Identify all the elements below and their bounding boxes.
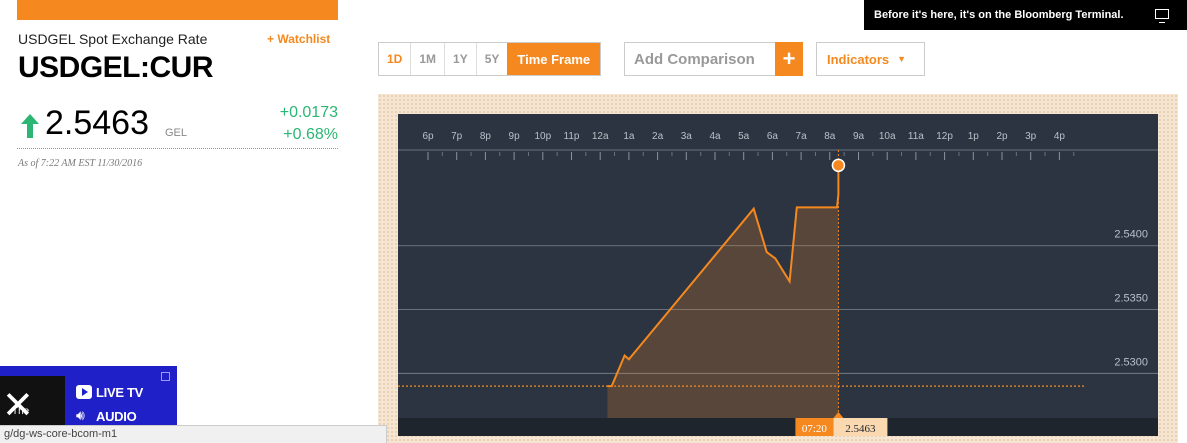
add-comparison-input[interactable]: Add Comparison	[624, 42, 776, 76]
quote-divider	[17, 148, 338, 149]
caret-down-icon: ▼	[897, 54, 907, 64]
x-tick-label: 10a	[879, 131, 896, 142]
x-tick-label: 6p	[422, 131, 434, 142]
as-of-timestamp: As of 7:22 AM EST 11/30/2016	[18, 158, 143, 169]
terminal-icon	[1155, 9, 1169, 23]
indicators-dropdown[interactable]: Indicators ▼	[816, 42, 925, 76]
instrument-name: USDGEL Spot Exchange Rate	[18, 31, 208, 47]
last-price: 2.5463	[45, 104, 149, 142]
x-tick-label: 5a	[738, 131, 750, 142]
add-comparison-button[interactable]: +	[775, 42, 803, 76]
speaker-icon: 🔊︎	[76, 407, 85, 423]
cursor-time-label: 07:20	[802, 423, 828, 435]
x-tick-label: 3p	[1025, 131, 1037, 142]
timeframe-5y[interactable]: 5Y	[475, 43, 508, 75]
promo-text: Before it's here, it's on the Bloomberg …	[874, 9, 1124, 21]
watchlist-button[interactable]: + Watchlist	[267, 32, 330, 46]
play-icon	[76, 385, 92, 399]
timeframe-1y[interactable]: 1Y	[444, 43, 476, 75]
x-tick-label: 3a	[681, 131, 693, 142]
indicators-label: Indicators	[827, 51, 890, 67]
x-tick-label: 7p	[451, 131, 463, 142]
player-thumbnail[interactable]: ✕ The	[0, 376, 65, 431]
live-tv-link[interactable]: LIVE TV	[96, 385, 143, 400]
x-tick-label: 11a	[908, 131, 924, 142]
y-tick-label: 2.5400	[1114, 229, 1148, 241]
price-change-percent: +0.68%	[283, 126, 338, 143]
x-tick-label: 8p	[480, 131, 492, 142]
x-tick-label: 4p	[1054, 131, 1066, 142]
timeframe-1m[interactable]: 1M	[410, 43, 444, 75]
x-tick-label: 12a	[592, 131, 609, 142]
x-tick-label: 2p	[996, 131, 1008, 142]
price-change-absolute: +0.0173	[279, 104, 338, 121]
up-arrow-icon	[21, 114, 39, 138]
x-tick-label: 12p	[936, 131, 953, 142]
time-frame-button[interactable]: Time Frame	[507, 43, 601, 75]
y-tick-label: 2.5350	[1114, 293, 1148, 305]
terminal-promo-banner[interactable]: Before it's here, it's on the Bloomberg …	[864, 0, 1187, 30]
price-currency: GEL	[165, 127, 188, 139]
ticker-symbol: USDGEL:CUR	[18, 51, 214, 84]
x-tick-label: 11p	[564, 131, 580, 142]
cursor-value-label: 2.5463	[845, 423, 876, 435]
x-tick-label: 9a	[853, 131, 865, 142]
x-tick-label: 7a	[796, 131, 808, 142]
popout-icon[interactable]	[161, 372, 170, 381]
close-icon[interactable]: ✕	[2, 386, 34, 424]
x-tick-label: 1p	[968, 131, 980, 142]
thumbnail-text: The	[12, 406, 30, 417]
timeframe-1d[interactable]: 1D	[379, 43, 410, 75]
x-tick-label: 2a	[652, 131, 664, 142]
x-tick-label: 1a	[623, 131, 635, 142]
chart-footer	[398, 418, 1158, 436]
last-point-marker	[831, 158, 846, 173]
x-tick-label: 10p	[534, 131, 551, 142]
x-tick-label: 6a	[767, 131, 779, 142]
x-tick-label: 4a	[709, 131, 721, 142]
price-chart[interactable]: 6p 7p 8p 9p 10p 11p 12a 1a 2a 3a 4a 5a 6a 7a 8a 9a 10a 11…	[398, 114, 1158, 436]
y-tick-label: 2.5300	[1114, 356, 1148, 368]
status-bar-url: g/dg-ws-core-bcom-m1	[0, 425, 387, 443]
audio-link[interactable]: AUDIO	[96, 409, 137, 424]
x-tick-label: 8a	[824, 131, 836, 142]
top-accent-bar	[17, 0, 338, 20]
timeframe-selector: 1D 1M 1Y 5Y Time Frame	[378, 42, 602, 76]
x-tick-label: 9p	[509, 131, 521, 142]
